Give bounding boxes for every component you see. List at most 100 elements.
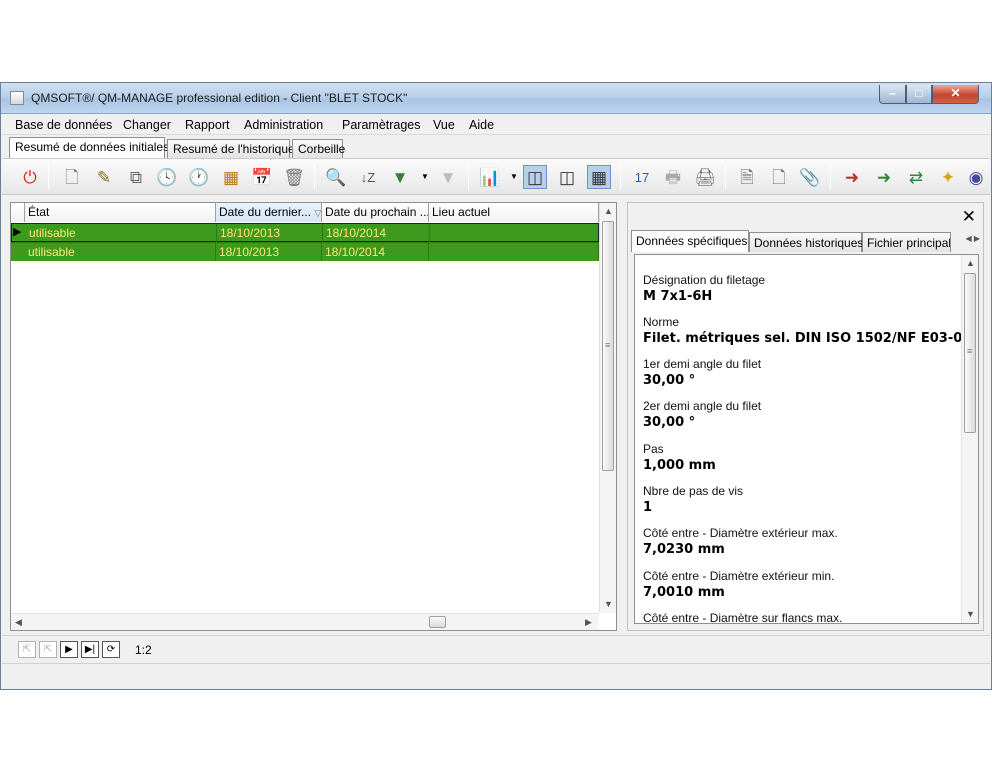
column-header-etat[interactable]: État	[25, 203, 216, 222]
next-record-icon[interactable]: ▶	[60, 641, 78, 658]
table-row[interactable]: utilisable 18/10/2013 18/10/2014	[11, 242, 599, 261]
menu-parametrages[interactable]: Paramètrages	[342, 118, 421, 132]
sort-icon[interactable]: ↓Z	[356, 165, 380, 189]
cell-date-prochain: 18/10/2014	[322, 243, 429, 261]
field-label: 2er demi angle du filet	[643, 399, 762, 413]
field-value: 30,00 °	[643, 415, 696, 430]
minimize-button[interactable]: –	[879, 85, 906, 104]
export-icon[interactable]: 🗎	[735, 165, 759, 189]
menu-base-de-donnees[interactable]: Base de données	[15, 118, 112, 132]
menu-bar: Base de données Changer Rapport Administ…	[2, 115, 990, 135]
field-label: 1er demi angle du filet	[643, 357, 762, 371]
menu-changer[interactable]: Changer	[123, 118, 171, 132]
grid-vertical-scrollbar[interactable]: ▲ ≡ ▼	[599, 203, 616, 613]
wand-icon[interactable]: ✦	[936, 165, 960, 189]
field-label: Désignation du filetage	[643, 273, 766, 287]
title-bar[interactable]: QMSOFT®/ QM-MANAGE professional edition …	[1, 83, 991, 114]
refresh-icon[interactable]: ⟳	[102, 641, 120, 658]
field-nbre-pas-de-vis: Nbre de pas de vis 1	[643, 484, 743, 515]
status-bar	[2, 663, 990, 688]
import-red-icon[interactable]: ➜	[840, 165, 864, 189]
edit-document-icon[interactable]: ✎	[92, 165, 116, 189]
new-document-icon[interactable]: 🗋	[60, 165, 84, 189]
calendar-icon[interactable]: 📅	[250, 165, 274, 189]
tab-corbeille[interactable]: Corbeille	[292, 139, 345, 158]
scroll-down-icon[interactable]: ▼	[966, 609, 975, 619]
layout-split-icon[interactable]: ◫	[555, 165, 579, 189]
column-label-date-dernier: Date du dernier...	[219, 205, 312, 219]
last-record-icon[interactable]: ▶|	[81, 641, 99, 658]
plugin-icon[interactable]: ◉	[964, 165, 988, 189]
calendar-17-icon[interactable]: 17	[630, 165, 654, 189]
copy-document-icon[interactable]: ⧉	[124, 165, 148, 189]
grid-horizontal-scrollbar[interactable]: ◀ ▶	[11, 613, 599, 630]
tab-fichier-principal[interactable]: Fichier principal	[862, 232, 951, 252]
row-selector-header	[11, 203, 25, 222]
scroll-down-icon[interactable]: ▼	[604, 599, 613, 609]
cell-etat: utilisable	[25, 243, 216, 261]
toolbar: ⏻ 🗋 ✎ ⧉ 🕓 🕐 ▦ 📅 🗑 🔍 ↓Z ▼ ▼ ▼ 📊 ▼ ◫ ◫ ▦ 1…	[2, 158, 990, 195]
tab-resume-donnees-initiales[interactable]: Resumé de données initiales	[9, 137, 169, 158]
funnel-disabled-icon: ▼	[439, 167, 457, 187]
field-diametre-flancs-max: Côté entre - Diamètre sur flancs max.	[643, 611, 843, 624]
detail-panel: ✕ Données spécifiques Données historique…	[627, 202, 984, 631]
printer-icon[interactable]: 🖨	[693, 165, 717, 189]
page-indicator: 1:2	[135, 643, 152, 657]
menu-vue[interactable]: Vue	[433, 118, 455, 132]
chart-dropdown-icon[interactable]: ▼	[510, 172, 518, 181]
field-label: Côté entre - Diamètre extérieur min.	[643, 569, 835, 583]
cell-lieu-actuel	[429, 243, 599, 261]
tab-donnees-specifiques[interactable]: Données spécifiques	[631, 230, 749, 252]
records-grid: État Date du dernier... ▽ Date du procha…	[10, 202, 617, 631]
column-header-lieu-actuel[interactable]: Lieu actuel	[429, 203, 599, 222]
field-value: 7,0230 mm	[643, 542, 725, 557]
scroll-up-icon[interactable]: ▲	[604, 206, 613, 216]
close-button[interactable]: ✕	[932, 85, 979, 104]
field-value: 1	[643, 500, 653, 515]
field-label: Nbre de pas de vis	[643, 484, 744, 498]
detail-scroll-thumb[interactable]: ≡	[964, 273, 976, 433]
funnel-icon[interactable]: ▼	[388, 165, 412, 189]
menu-administration[interactable]: Administration	[244, 118, 323, 132]
table-row[interactable]: utilisable 18/10/2013 18/10/2014	[11, 223, 600, 242]
cell-etat: utilisable	[26, 224, 217, 242]
import-green-icon[interactable]: ➜	[872, 165, 896, 189]
tab-resume-historique[interactable]: Resumé de l'historique	[167, 139, 295, 158]
search-icon[interactable]: 🔍	[324, 165, 348, 189]
field-label: Côté entre - Diamètre extérieur max.	[643, 526, 838, 540]
funnel-dropdown-icon[interactable]: ▼	[421, 172, 429, 181]
clock-icon[interactable]: 🕓	[155, 165, 179, 189]
app-icon	[10, 91, 24, 105]
window-title: QMSOFT®/ QM-MANAGE professional edition …	[31, 91, 408, 105]
grid-header: État Date du dernier... ▽ Date du procha…	[11, 203, 599, 222]
cell-date-dernier: 18/10/2013	[217, 224, 323, 242]
chart-icon[interactable]: 📊	[478, 165, 502, 189]
transfer-icon[interactable]: ⇄	[904, 165, 928, 189]
menu-rapport[interactable]: Rapport	[185, 118, 229, 132]
field-label: Côté entre - Diamètre sur flancs max.	[643, 611, 843, 624]
tab-scroll-arrows-icon[interactable]: ◀ ▶	[965, 234, 980, 243]
power-icon[interactable]: ⏻	[18, 165, 42, 189]
scroll-right-icon[interactable]: ▶	[585, 617, 592, 628]
layout-columns-icon[interactable]: ◫	[523, 165, 547, 189]
column-header-date-prochain[interactable]: Date du prochain ...	[322, 203, 429, 222]
layout-table-icon[interactable]: ▦	[587, 165, 611, 189]
scroll-up-icon[interactable]: ▲	[966, 258, 975, 268]
documents-icon[interactable]: 🗋	[767, 165, 791, 189]
grid-vertical-scroll-thumb[interactable]: ≡	[602, 221, 614, 471]
column-header-date-dernier[interactable]: Date du dernier... ▽	[216, 203, 322, 222]
trash-icon[interactable]: 🗑	[282, 165, 306, 189]
menu-aide[interactable]: Aide	[469, 118, 494, 132]
field-1er-demi-angle: 1er demi angle du filet 30,00 °	[643, 357, 761, 388]
scroll-left-icon[interactable]: ◀	[15, 617, 22, 628]
clock-add-icon[interactable]: 🕐	[187, 165, 211, 189]
first-record-icon: ⇱	[18, 641, 36, 658]
maximize-button[interactable]: □	[906, 85, 932, 104]
detail-vertical-scrollbar[interactable]: ▲ ≡ ▼	[961, 255, 978, 623]
attachment-icon[interactable]: 📎	[798, 165, 822, 189]
filter-calendar-icon[interactable]: ▦	[219, 165, 243, 189]
tab-donnees-historiques[interactable]: Données historiques	[749, 232, 863, 252]
grid-horizontal-scroll-thumb[interactable]	[429, 616, 446, 628]
close-panel-icon[interactable]: ✕	[962, 207, 976, 227]
printer-preview-icon: 🖶	[664, 167, 682, 187]
